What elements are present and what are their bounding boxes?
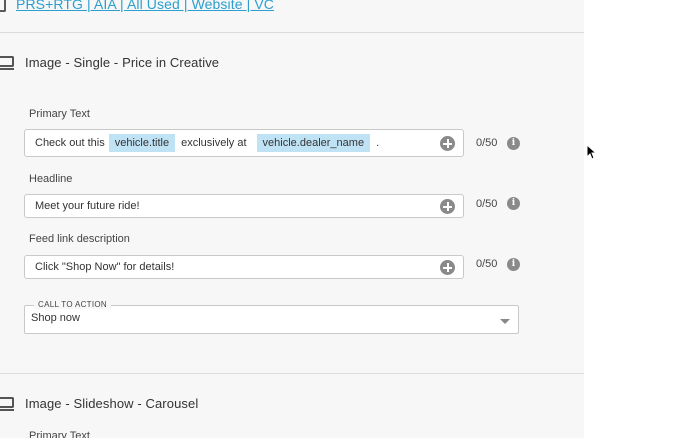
feed-link-description-value: Click "Shop Now" for details! (35, 261, 175, 273)
dynamic-tag-vehicle-title[interactable]: vehicle.title (108, 134, 176, 152)
ad-set-link[interactable]: PRS+RTG | AIA | All Used | Website | VC (16, 0, 274, 12)
headline-input[interactable]: Meet your future ride! (24, 194, 464, 218)
info-icon[interactable]: i (507, 197, 520, 210)
chevron-down-icon[interactable] (500, 319, 510, 324)
monitor-icon (0, 396, 15, 411)
section-header-single-image[interactable]: Image - Single - Price in Creative (0, 50, 219, 74)
feed-link-description-input[interactable]: Click "Shop Now" for details! (24, 255, 464, 279)
add-dynamic-field-icon[interactable] (440, 260, 455, 275)
headline-counter: 0/50 (476, 198, 498, 210)
primary-text-segment: Check out this (35, 137, 105, 149)
ad-set-link-row: PRS+RTG | AIA | All Used | Website | VC (0, 0, 274, 14)
primary-text-label: Primary Text (29, 108, 90, 120)
empty-area (584, 0, 688, 438)
section-divider (0, 32, 584, 33)
section-header-carousel[interactable]: Image - Slideshow - Carousel (0, 391, 198, 415)
headline-value: Meet your future ride! (35, 200, 140, 212)
primary-text-input[interactable]: Check out this vehicle.title exclusively… (24, 129, 464, 157)
document-icon (0, 0, 6, 12)
monitor-icon (0, 55, 15, 70)
mouse-cursor-icon (586, 144, 596, 160)
carousel-primary-text-label: Primary Text (29, 430, 90, 438)
call-to-action-value: Shop now (31, 312, 80, 324)
section-divider (0, 373, 584, 374)
headline-label: Headline (29, 173, 73, 185)
add-dynamic-field-icon[interactable] (440, 136, 455, 151)
dynamic-tag-dealer-name[interactable]: vehicle.dealer_name (256, 134, 371, 152)
info-icon[interactable]: i (507, 137, 520, 150)
primary-text-counter: 0/50 (476, 137, 498, 149)
ad-editor-panel: PRS+RTG | AIA | All Used | Website | VC … (0, 0, 584, 438)
add-dynamic-field-icon[interactable] (440, 199, 455, 214)
call-to-action-label: CALL TO ACTION (34, 300, 111, 309)
call-to-action-select[interactable] (24, 305, 519, 334)
feed-link-description-counter: 0/50 (476, 258, 498, 270)
section-title: Image - Slideshow - Carousel (25, 395, 199, 411)
info-icon[interactable]: i (507, 258, 520, 271)
section-title: Image - Single - Price in Creative (25, 54, 220, 70)
primary-text-segment: exclusively at (181, 137, 247, 149)
primary-text-segment: . (376, 137, 380, 149)
feed-link-description-label: Feed link description (29, 233, 130, 245)
